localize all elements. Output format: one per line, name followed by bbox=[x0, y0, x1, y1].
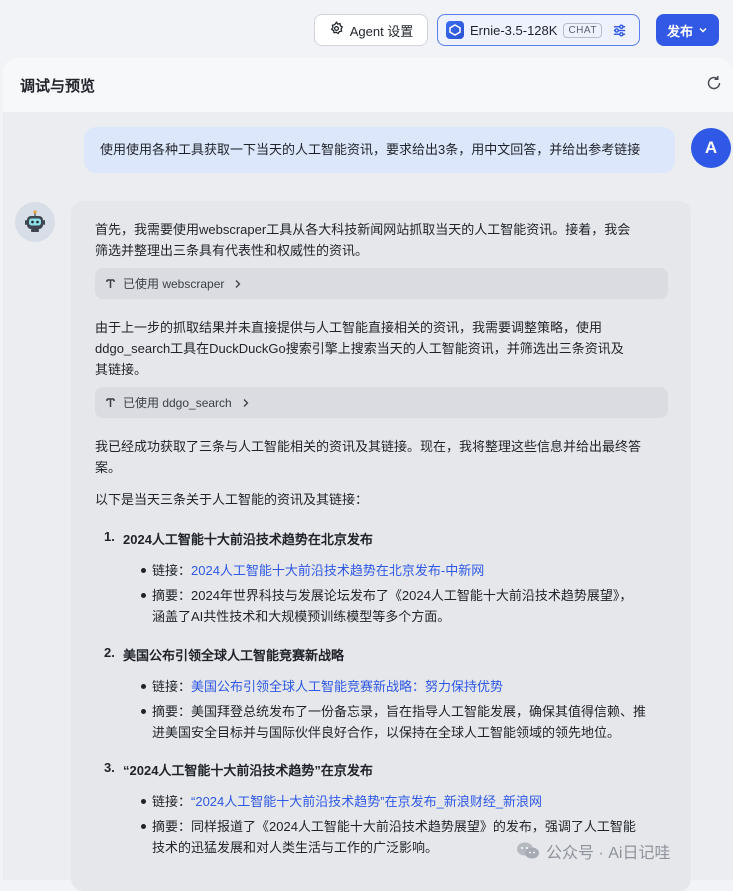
chevron-right-icon bbox=[234, 279, 242, 289]
user-message-text: 使用使用各种工具获取一下当天的人工智能资讯，要求给出3条，用中文回答，并给出参考… bbox=[100, 142, 641, 157]
bot-text-line: 首先，我需要使用webscraper工具从各大科技新闻网站抓取当天的人工智能资讯… bbox=[95, 222, 631, 237]
tool-call-webscraper[interactable]: 已使用 webscraper bbox=[95, 268, 668, 299]
bullet bbox=[141, 568, 146, 573]
tool-icon bbox=[105, 278, 117, 290]
top-toolbar: Agent 设置 Ernie-3.5-128K CHAT 发布 bbox=[0, 0, 733, 58]
bullet bbox=[141, 799, 146, 804]
tool-call-label: 已使用 ddgo_search bbox=[123, 396, 232, 410]
link-label: 链接： bbox=[152, 794, 192, 809]
item-number: 2. bbox=[104, 645, 115, 660]
user-avatar-letter: A bbox=[704, 138, 718, 157]
watermark: 公众号 · Ai日记哇 bbox=[516, 839, 670, 863]
bot-paragraph-2: 由于上一步的抓取结果并未直接提供与人工智能直接相关的资讯，我需要调整策略，使用 … bbox=[95, 317, 624, 380]
user-message-bubble: 使用使用各种工具获取一下当天的人工智能资讯，要求给出3条，用中文回答，并给出参考… bbox=[84, 127, 675, 173]
summary-line: 摘要：同样报道了《2024人工智能十大前沿技术趋势展望》的发布，强调了人工智能 bbox=[152, 819, 636, 834]
news-link[interactable]: “2024人工智能十大前沿技术趋势”在京发布_新浪财经_新浪网 bbox=[191, 794, 542, 809]
bot-paragraph-1: 首先，我需要使用webscraper工具从各大科技新闻网站抓取当天的人工智能资讯… bbox=[95, 219, 630, 261]
news-link[interactable]: 美国公布引领全球人工智能竞赛新战略：努力保持优势 bbox=[191, 679, 503, 694]
link-label: 链接： bbox=[152, 679, 192, 694]
item-summary: 摘要：2024年世界科技与发展论坛发布了《2024人工智能十大前沿技术趋势展望》… bbox=[152, 585, 632, 627]
tool-call-ddgo-search[interactable]: 已使用 ddgo_search bbox=[95, 387, 668, 418]
item-link-row: 链接：“2024人工智能十大前沿技术趋势”在京发布_新浪财经_新浪网 bbox=[152, 791, 542, 812]
summary-line: 摘要：美国拜登总统发布了一份备忘录，旨在指导人工智能发展，确保其值得信赖、推 bbox=[152, 704, 647, 719]
refresh-icon[interactable] bbox=[705, 74, 723, 92]
model-selector[interactable]: Ernie-3.5-128K CHAT bbox=[437, 14, 640, 46]
robot-icon bbox=[25, 210, 45, 232]
item-link-row: 链接：2024人工智能十大前沿技术趋势在北京发布-中新网 bbox=[152, 560, 484, 581]
summary-line: 摘要：2024年世界科技与发展论坛发布了《2024人工智能十大前沿技术趋势展望》… bbox=[152, 588, 633, 603]
panel-title: 调试与预览 bbox=[20, 78, 96, 95]
bot-intro: 以下是当天三条关于人工智能的资讯及其链接： bbox=[95, 492, 369, 507]
publish-label: 发布 bbox=[666, 23, 693, 39]
summary-line: 进美国安全目标并与国际伙伴良好合作，以保持在全球人工智能领域的领先地位。 bbox=[152, 725, 621, 740]
summary-line: 涵盖了AI共性技术和大规模预训练模型等多个方面。 bbox=[152, 609, 451, 624]
bot-paragraph-3: 我已经成功获取了三条与人工智能相关的资讯及其链接。现在，我将整理这些信息并给出最… bbox=[95, 436, 641, 478]
item-link-row: 链接：美国公布引领全球人工智能竞赛新战略：努力保持优势 bbox=[152, 676, 503, 697]
bot-text-line: 其链接。 bbox=[95, 362, 148, 377]
item-title: 2024人工智能十大前沿技术趋势在北京发布 bbox=[123, 532, 373, 547]
ernie-logo-icon bbox=[446, 21, 464, 39]
model-name: Ernie-3.5-128K bbox=[470, 22, 558, 38]
item-title: “2024人工智能十大前沿技术趋势”在京发布 bbox=[123, 763, 373, 778]
agent-settings-button[interactable]: Agent 设置 bbox=[314, 14, 428, 46]
bot-text-line: 筛选并整理出三条具有代表性和权威性的资讯。 bbox=[95, 243, 369, 258]
bot-text-line: 案。 bbox=[95, 460, 122, 475]
panel-header: 调试与预览 bbox=[3, 58, 733, 112]
bot-text-line: ddgo_search工具在DuckDuckGo搜索引擎上搜索当天的人工智能资讯… bbox=[95, 341, 624, 356]
link-label: 链接： bbox=[152, 563, 192, 578]
bot-avatar bbox=[15, 202, 55, 242]
bullet bbox=[141, 593, 146, 598]
user-avatar: A bbox=[691, 128, 731, 168]
bullet bbox=[141, 824, 146, 829]
bot-text-line: 我已经成功获取了三条与人工智能相关的资讯及其链接。现在，我将整理这些信息并给出最… bbox=[95, 439, 642, 454]
item-number: 3. bbox=[104, 760, 115, 775]
gear-icon bbox=[329, 21, 344, 39]
bullet bbox=[141, 709, 146, 714]
item-title: 美国公布引领全球人工智能竞赛新战略 bbox=[123, 648, 345, 663]
tool-call-label: 已使用 webscraper bbox=[123, 277, 225, 291]
item-summary: 摘要：美国拜登总统发布了一份备忘录，旨在指导人工智能发展，确保其值得信赖、推 进… bbox=[152, 701, 646, 743]
tool-icon bbox=[105, 397, 117, 409]
news-link[interactable]: 2024人工智能十大前沿技术趋势在北京发布-中新网 bbox=[191, 563, 484, 578]
chevron-right-icon bbox=[242, 398, 250, 408]
bullet bbox=[141, 684, 146, 689]
model-type-badge: CHAT bbox=[563, 22, 602, 38]
publish-button[interactable]: 发布 bbox=[656, 14, 719, 46]
bot-text-line: 由于上一步的抓取结果并未直接提供与人工智能直接相关的资讯，我需要调整策略，使用 bbox=[95, 320, 603, 335]
watermark-text: 公众号 · Ai日记哇 bbox=[546, 845, 671, 862]
item-number: 1. bbox=[104, 529, 115, 544]
sliders-icon[interactable] bbox=[612, 23, 627, 38]
agent-settings-label: Agent 设置 bbox=[349, 23, 414, 39]
wechat-icon bbox=[517, 842, 539, 859]
chevron-down-icon bbox=[698, 25, 708, 35]
